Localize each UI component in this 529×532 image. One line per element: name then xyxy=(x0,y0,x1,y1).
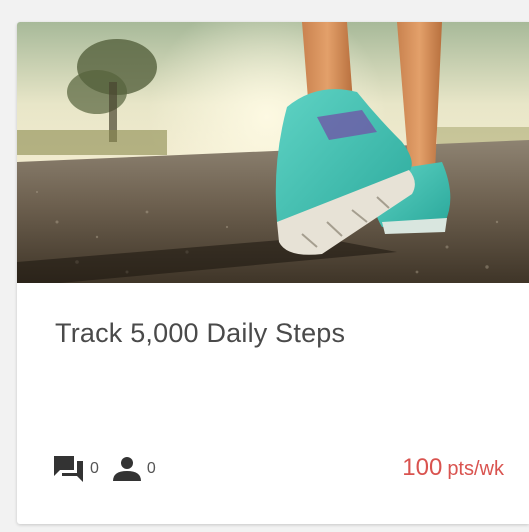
points-value: 100 xyxy=(402,454,443,481)
card-title[interactable]: Track 5,000 Daily Steps xyxy=(55,318,345,349)
comments-icon xyxy=(54,456,83,482)
comments-stat[interactable]: 0 xyxy=(54,456,99,482)
points-badge: 100 pts/wk xyxy=(402,454,504,482)
points-unit: pts/wk xyxy=(447,458,504,480)
challenge-card[interactable]: Track 5,000 Daily Steps 0 0 100 pts/wk xyxy=(17,22,529,524)
card-stats: 0 0 xyxy=(54,456,170,482)
comments-count: 0 xyxy=(90,460,99,477)
participants-count: 0 xyxy=(146,460,156,477)
hero-image[interactable] xyxy=(17,22,529,283)
person-icon xyxy=(112,457,141,481)
participants-stat[interactable]: 0 xyxy=(112,457,156,481)
